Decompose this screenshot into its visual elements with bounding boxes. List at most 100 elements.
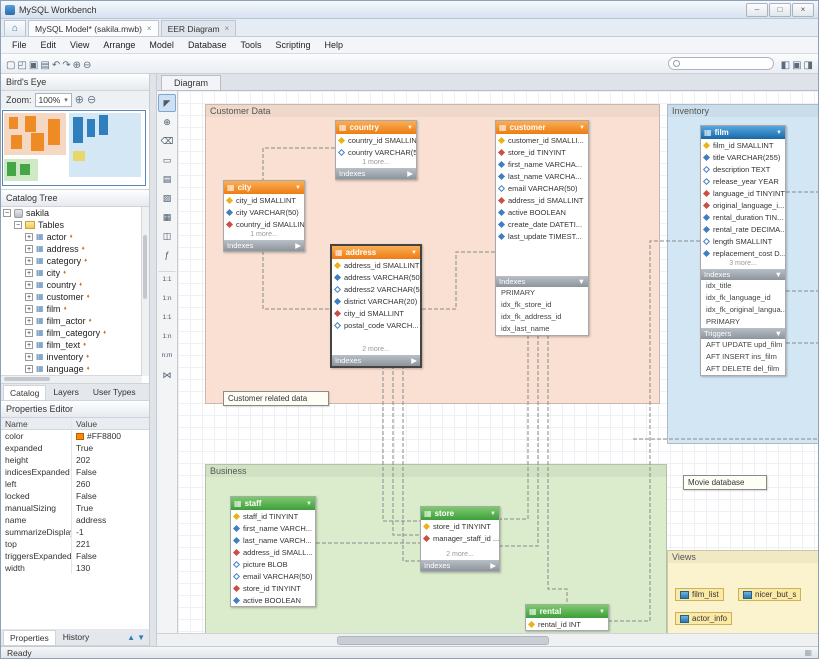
column-row[interactable]: email VARCHAR(50) — [231, 570, 315, 582]
tree-item-category[interactable]: + ▦ category ♦ — [1, 255, 149, 267]
zoom-select[interactable]: 100% ▾ — [34, 93, 72, 107]
indexes-section-bar[interactable]: Indexes ▶ — [421, 560, 499, 571]
table-header[interactable]: ▦ customer ▼ — [496, 121, 588, 134]
column-row[interactable]: replacement_cost D... — [701, 247, 785, 259]
column-row[interactable]: rental_duration TIN... — [701, 211, 785, 223]
relationship-connector[interactable] — [500, 335, 539, 547]
tree-item-film-actor[interactable]: + ▦ film_actor ♦ — [1, 315, 149, 327]
table-header[interactable]: ▦ city ▼ — [224, 181, 304, 194]
column-row[interactable]: address VARCHAR(50) — [332, 271, 420, 283]
expander-icon[interactable]: + — [25, 233, 33, 241]
indexes-section-bar[interactable]: Indexes ▶ — [336, 168, 416, 179]
menu-view[interactable]: View — [63, 37, 96, 53]
tab-properties[interactable]: Properties — [3, 630, 56, 645]
indexes-section-bar[interactable]: Indexes ▼ — [496, 276, 588, 287]
minimize-button[interactable]: – — [746, 2, 768, 17]
scrollbar-thumb[interactable] — [337, 636, 549, 645]
expand-icon[interactable]: ▶ — [411, 356, 417, 365]
tree-vertical-scrollbar[interactable] — [141, 207, 149, 376]
expander-icon[interactable]: + — [25, 329, 33, 337]
column-row[interactable]: rental_id INT — [526, 618, 608, 630]
expander-icon[interactable]: + — [25, 365, 33, 373]
search-input[interactable] — [667, 57, 774, 70]
close-button[interactable]: × — [792, 2, 814, 17]
zoom-in-icon[interactable]: ⊕ — [75, 94, 84, 106]
menu-tools[interactable]: Tools — [233, 37, 268, 53]
menu-database[interactable]: Database — [181, 37, 234, 53]
column-row[interactable]: last_name VARCHA... — [496, 170, 588, 182]
column-row[interactable]: manager_staff_id ... — [421, 532, 499, 544]
table-header[interactable]: ▦ film ▼ — [701, 126, 785, 139]
expand-icon[interactable]: ▶ — [490, 561, 496, 570]
tab-eer-diagram[interactable]: EER Diagram × — [160, 20, 237, 36]
property-value[interactable]: False — [71, 490, 149, 502]
collapse-icon[interactable]: ▼ — [775, 329, 782, 338]
print-icon[interactable]: ▤ — [40, 60, 49, 71]
triggers-item[interactable]: AFT DELETE del_film — [701, 363, 785, 375]
save-document-icon[interactable]: ▣ — [29, 60, 38, 71]
column-row[interactable]: address2 VARCHAR(50) — [332, 283, 420, 295]
tab-diagram[interactable]: Diagram — [161, 75, 222, 90]
undo-icon[interactable]: ↶ — [52, 60, 60, 71]
column-row[interactable]: film_id SMALLINT — [701, 139, 785, 151]
tab-close-icon[interactable]: × — [147, 24, 152, 33]
view-tool[interactable]: ◫ — [158, 227, 176, 245]
collapse-icon[interactable]: ▼ — [407, 125, 413, 131]
relationship-connector[interactable] — [422, 251, 495, 310]
table-store[interactable]: ▦ store ▼ store_id TINYINT manager_staff_id … — [420, 506, 500, 572]
indexes-item[interactable]: idx_fk_language_id — [701, 292, 785, 304]
table-customer[interactable]: ▦ customer ▼ customer_id SMALLI... store_id … — [495, 120, 589, 336]
indexes-item[interactable]: PRIMARY — [701, 316, 785, 328]
menu-arrange[interactable]: Arrange — [96, 37, 142, 53]
menu-edit[interactable]: Edit — [34, 37, 64, 53]
rel-1-n-non-identifying-tool[interactable]: 1:n — [158, 290, 176, 308]
collapse-icon[interactable]: ▼ — [775, 270, 782, 279]
tree-item-film-category[interactable]: + ▦ film_category ♦ — [1, 327, 149, 339]
tree-item-customer[interactable]: + ▦ customer ♦ — [1, 291, 149, 303]
column-row[interactable]: picture BLOB — [231, 558, 315, 570]
column-row[interactable]: last_update TIMEST... — [496, 230, 588, 242]
property-value[interactable]: 221 — [71, 538, 149, 550]
indexes-section-bar[interactable]: Indexes ▶ — [224, 240, 304, 251]
table-rental[interactable]: ▦ rental ▼ rental_id INT — [525, 604, 609, 631]
column-row[interactable]: country_id SMALLINT — [336, 134, 416, 146]
indexes-item[interactable]: PRIMARY — [496, 287, 588, 299]
layer-tool[interactable]: ▭ — [158, 151, 176, 169]
expander-icon[interactable]: + — [25, 305, 33, 313]
home-tab[interactable]: ⌂ — [4, 20, 26, 36]
maximize-button[interactable]: □ — [769, 2, 791, 17]
column-row[interactable]: first_name VARCH... — [231, 522, 315, 534]
tab-mysql-model[interactable]: MySQL Model* (sakila.mwb) × — [28, 20, 159, 36]
column-row[interactable]: active BOOLEAN — [496, 206, 588, 218]
property-value[interactable]: address — [71, 514, 149, 526]
triggers-item[interactable]: AFT UPDATE upd_film — [701, 339, 785, 351]
column-row[interactable]: city_id SMALLINT — [332, 307, 420, 319]
tree-item-tables[interactable]: − Tables — [1, 219, 149, 231]
collapse-icon[interactable]: ▼ — [579, 125, 585, 131]
column-row[interactable]: language_id TINYINT — [701, 187, 785, 199]
delete-tool[interactable]: ⌫ — [158, 132, 176, 150]
table-tool[interactable]: ▦ — [158, 208, 176, 226]
tree-item-sakila[interactable]: − sakila — [1, 207, 149, 219]
note-customer-related-data[interactable]: Customer related data — [223, 391, 329, 406]
column-row[interactable]: district VARCHAR(20) — [332, 295, 420, 307]
column-row[interactable]: city VARCHAR(50) — [224, 206, 304, 218]
property-value[interactable]: True — [71, 442, 149, 454]
minimap-viewport[interactable] — [2, 110, 146, 186]
triggers-item[interactable]: AFT INSERT ins_film — [701, 351, 785, 363]
column-row[interactable]: rental_rate DECIMA... — [701, 223, 785, 235]
scroll-up-icon[interactable]: ▲ — [127, 633, 135, 642]
rel-1-1-non-identifying-tool[interactable]: 1:1 — [158, 271, 176, 289]
column-row[interactable]: original_language_i... — [701, 199, 785, 211]
collapse-icon[interactable]: ▼ — [578, 277, 585, 286]
column-row[interactable]: email VARCHAR(50) — [496, 182, 588, 194]
collapse-icon[interactable]: ▼ — [776, 130, 782, 136]
triggers-section-bar[interactable]: Triggers ▼ — [701, 328, 785, 339]
indexes-item[interactable]: idx_title — [701, 280, 785, 292]
diagram-canvas[interactable]: Customer Data Inventory Business Views ▦ coun… — [178, 91, 818, 633]
column-row[interactable]: country VARCHAR(50) — [336, 146, 416, 158]
tree-item-language[interactable]: + ▦ language ♦ — [1, 363, 149, 375]
rel-1-n-identifying-tool[interactable]: 1:n — [158, 328, 176, 346]
indexes-item[interactable]: idx_last_name — [496, 323, 588, 335]
scroll-down-icon[interactable]: ▼ — [137, 633, 145, 642]
